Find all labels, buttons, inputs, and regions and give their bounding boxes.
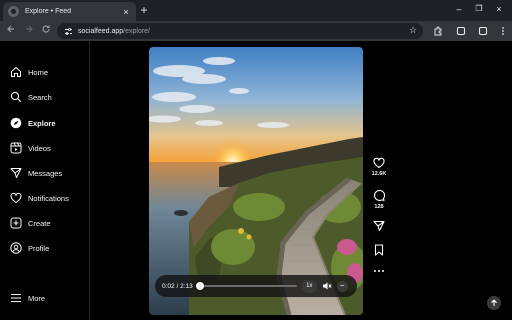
sidebar-item-explore[interactable]: Explore: [10, 115, 56, 131]
like-count: 12.6K: [371, 171, 387, 177]
volume-muted-icon: [323, 282, 332, 290]
more-options-action[interactable]: [370, 265, 388, 277]
sidebar-item-create[interactable]: Create: [10, 215, 51, 231]
app-container: Home Search Explore Videos Messages Noti…: [0, 41, 512, 320]
compass-icon: [10, 117, 22, 129]
sidebar-item-label: Search: [28, 92, 52, 102]
sidebar-item-label: Videos: [28, 143, 51, 153]
sidebar-item-label: Explore: [28, 118, 56, 128]
minimize-window-button[interactable]: –: [452, 2, 466, 16]
sidebar-item-profile[interactable]: Profile: [10, 240, 49, 256]
forward-arrow-icon: [26, 25, 33, 33]
plus-square-icon: [10, 217, 22, 229]
video-icon: [10, 142, 22, 154]
minimize-player-button[interactable]: −: [336, 280, 348, 292]
sidebar: Home Search Explore Videos Messages Noti…: [0, 41, 90, 320]
video-controls: 0:02 / 2:13 1x −: [155, 275, 357, 297]
url-text: socialfeed.app/explore/: [78, 28, 150, 35]
sidebar-item-label: Notifications: [28, 193, 69, 203]
back-arrow-icon: [7, 25, 14, 33]
sidebar-item-home[interactable]: Home: [10, 64, 48, 80]
video-time: 0:02 / 2:13: [162, 282, 193, 290]
address-bar[interactable]: socialfeed.app/explore/ ☆: [57, 23, 423, 39]
new-tab-button[interactable]: +: [138, 3, 150, 17]
browser-toolbar: socialfeed.app/explore/ ☆: [0, 21, 512, 41]
heart-icon: [373, 157, 385, 169]
sidebar-item-label: More: [28, 293, 46, 303]
browser-menu-icon[interactable]: [496, 24, 510, 38]
playback-speed-button[interactable]: 1x: [301, 279, 317, 293]
sidebar-item-messages[interactable]: Messages: [10, 165, 62, 181]
like-action[interactable]: 12.6K: [370, 157, 388, 177]
sidebar-item-search[interactable]: Search: [10, 89, 52, 105]
back-button[interactable]: [4, 24, 18, 38]
tab-title: Explore • Feed: [25, 8, 72, 15]
forward-button[interactable]: [22, 24, 36, 38]
browser-tab-bar: Explore • Feed × + – ❐ ×: [0, 0, 512, 21]
save-action[interactable]: [370, 244, 388, 256]
sidebar-item-label: Home: [28, 67, 49, 77]
comment-action[interactable]: 128: [370, 190, 388, 210]
reload-icon: [42, 25, 50, 33]
bookmark-icon: [374, 244, 384, 256]
arrow-up-icon: [491, 299, 497, 306]
sidebar-item-label: Create: [28, 218, 51, 228]
bookmark-star-icon[interactable]: ☆: [409, 25, 417, 36]
url-domain: socialfeed.app: [78, 27, 124, 35]
video-progress-bar[interactable]: [196, 282, 297, 290]
extensions-icon[interactable]: [431, 24, 445, 38]
more-options-icon: [374, 270, 384, 272]
send-icon: [10, 167, 22, 179]
sidebar-item-label: Profile: [28, 243, 50, 253]
reload-button[interactable]: [39, 24, 53, 38]
url-path: /explore/: [123, 27, 151, 35]
profile-icon: [10, 242, 22, 254]
comment-icon: [374, 190, 385, 202]
heart-icon: [10, 192, 22, 204]
sidebar-item-videos[interactable]: Videos: [10, 140, 51, 156]
tab-close-icon[interactable]: ×: [121, 7, 131, 17]
share-action[interactable]: [370, 220, 388, 232]
sidebar-item-notifications[interactable]: Notifications: [10, 190, 69, 206]
send-icon: [373, 220, 385, 232]
tab-favicon-icon: [8, 6, 19, 17]
sidepanel-icon[interactable]: [454, 24, 468, 38]
sidebar-item-more[interactable]: More: [10, 290, 45, 306]
menu-icon: [10, 292, 22, 304]
profile-avatar-icon[interactable]: [476, 24, 490, 38]
mute-button[interactable]: [322, 281, 333, 292]
search-icon: [10, 91, 22, 103]
browser-tab[interactable]: Explore • Feed ×: [3, 2, 136, 21]
sidebar-item-label: Messages: [28, 168, 63, 178]
scroll-to-top-button[interactable]: [487, 296, 501, 310]
maximize-window-button[interactable]: ❐: [472, 2, 486, 16]
close-window-button[interactable]: ×: [492, 2, 506, 16]
video-player[interactable]: 0:02 / 2:13 1x −: [149, 47, 363, 315]
site-info-icon[interactable]: [63, 26, 73, 36]
video-scrub-handle[interactable]: [196, 282, 205, 290]
comment-count: 128: [374, 204, 384, 210]
home-icon: [10, 66, 22, 78]
